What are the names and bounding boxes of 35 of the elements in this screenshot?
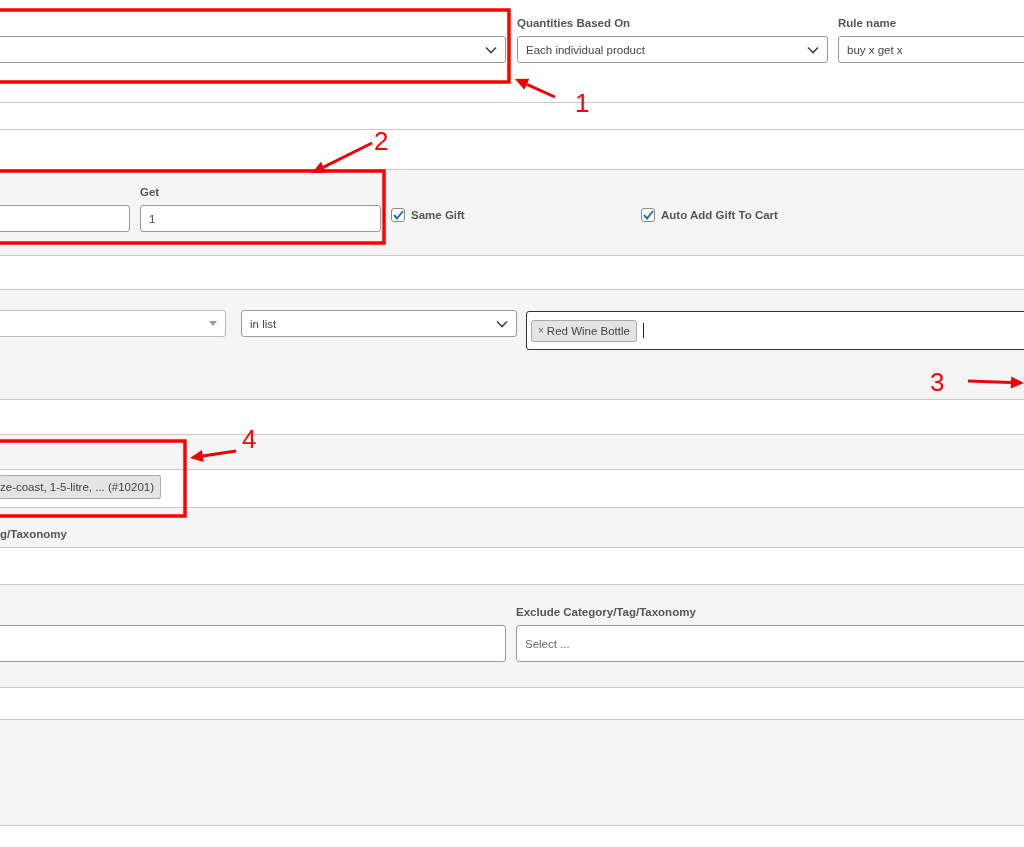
operator-select[interactable]: in list — [241, 310, 517, 337]
checkbox[interactable] — [391, 208, 405, 222]
get-quantity-input[interactable]: 1 — [140, 205, 381, 232]
annotation-number: 3 — [930, 369, 945, 395]
dropdown-triangle-icon — [209, 321, 217, 326]
checkbox-label: Auto Add Gift To Cart — [661, 209, 778, 221]
annotation-arrow — [967, 376, 1024, 389]
field-label: g/Taxonomy — [0, 528, 67, 542]
chevron-down-icon — [485, 45, 497, 54]
text-cursor — [642, 323, 645, 338]
field-label: Exclude Category/Tag/Taxonomy — [516, 606, 697, 620]
annotation-number: 1 — [575, 90, 590, 116]
chevron-down-icon — [807, 45, 819, 54]
annotation-number: 4 — [242, 426, 257, 452]
category-select[interactable] — [0, 625, 506, 662]
checkbox-label: Same Gift — [411, 209, 465, 221]
annotation-arrow — [312, 141, 373, 173]
product-tag-input[interactable]: × Red Wine Bottle — [526, 311, 1024, 350]
checkbox[interactable] — [641, 208, 655, 222]
rule-name-input[interactable]: buy x get x — [838, 36, 1024, 63]
chevron-down-icon — [496, 319, 508, 328]
buy-quantity-input[interactable] — [0, 205, 130, 232]
quantities-select[interactable]: Each individual product — [517, 36, 828, 63]
annotation-arrow — [515, 78, 556, 99]
exclude-category-select[interactable]: Select ... — [516, 625, 1024, 662]
field-label: Rule name — [838, 17, 898, 31]
product-tag: ze-coast, 1-5-litre, ... (#10201) — [0, 475, 162, 499]
field-label: Get — [140, 186, 161, 200]
annotation-arrow — [190, 449, 237, 462]
annotation-number: 2 — [374, 128, 389, 154]
field-label: Quantities Based On — [517, 17, 632, 31]
remove-icon[interactable]: × — [538, 325, 544, 336]
product-tag: × Red Wine Bottle — [531, 319, 637, 342]
select-field[interactable] — [0, 36, 506, 63]
condition-select[interactable] — [0, 310, 226, 337]
